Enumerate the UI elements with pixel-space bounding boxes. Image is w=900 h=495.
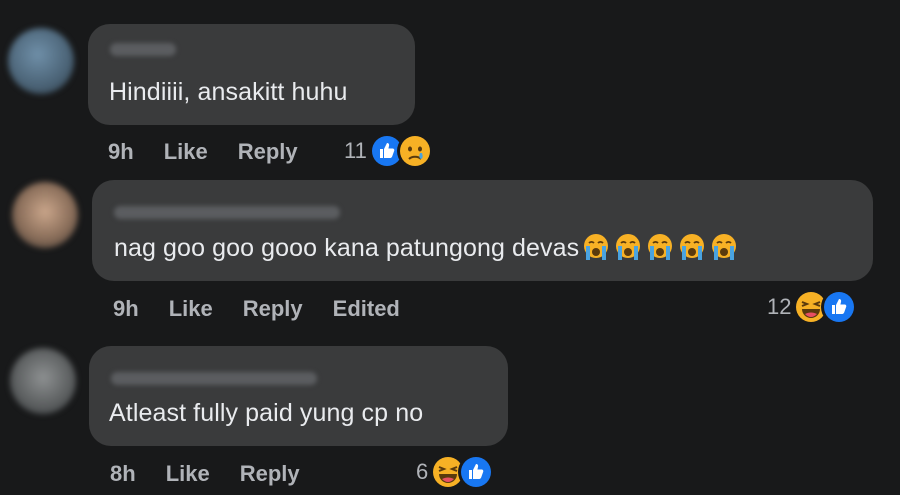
avatar[interactable] [10, 348, 76, 414]
reaction-count: 11 [344, 138, 367, 163]
reaction-summary[interactable]: 6 [416, 454, 495, 490]
reaction-summary[interactable]: 11 [344, 133, 433, 169]
reaction-count: 6 [416, 459, 429, 484]
edited-label[interactable]: Edited [333, 296, 400, 322]
crying-face-icon [583, 233, 610, 261]
sad-icon [396, 133, 433, 169]
reply-button[interactable]: Reply [243, 296, 303, 322]
reaction-summary[interactable]: 12 [767, 289, 858, 325]
like-button[interactable]: Like [164, 139, 208, 165]
crying-face-icon [647, 233, 674, 261]
like-button[interactable]: Like [169, 296, 213, 322]
crying-face-icon [679, 233, 706, 261]
comment-bubble: Atleast fully paid yung cp no [89, 346, 508, 446]
comment-author-name[interactable] [111, 372, 317, 385]
comment-timestamp[interactable]: 9h [113, 296, 139, 322]
comment-actions: 9h Like Reply Edited [113, 296, 400, 322]
comment-actions: 8h Like Reply [110, 461, 300, 487]
comment-bubble: nag goo goo gooo kana patungong devas [92, 180, 873, 281]
comment-author-name[interactable] [114, 206, 340, 219]
like-button[interactable]: Like [166, 461, 210, 487]
comment-text: Hindiiii, ansakitt huhu [109, 78, 348, 106]
comment-author-name[interactable] [110, 43, 176, 56]
crying-face-icon [711, 233, 738, 261]
avatar[interactable] [8, 28, 74, 94]
comment-bubble: Hindiiii, ansakitt huhu [88, 24, 415, 125]
comment-text-content: nag goo goo gooo kana patungong devas [114, 234, 580, 262]
reaction-count: 12 [767, 294, 792, 319]
comment-actions: 9h Like Reply [108, 139, 298, 165]
comment-timestamp[interactable]: 8h [110, 461, 136, 487]
comment-timestamp[interactable]: 9h [108, 139, 134, 165]
like-icon [821, 289, 858, 325]
comment-text: nag goo goo gooo kana patungong devas [114, 232, 739, 263]
reply-button[interactable]: Reply [238, 139, 298, 165]
comment-text: Atleast fully paid yung cp no [109, 399, 424, 427]
reply-button[interactable]: Reply [240, 461, 300, 487]
avatar[interactable] [12, 182, 78, 248]
crying-face-icon [615, 233, 642, 261]
like-icon [458, 454, 495, 490]
